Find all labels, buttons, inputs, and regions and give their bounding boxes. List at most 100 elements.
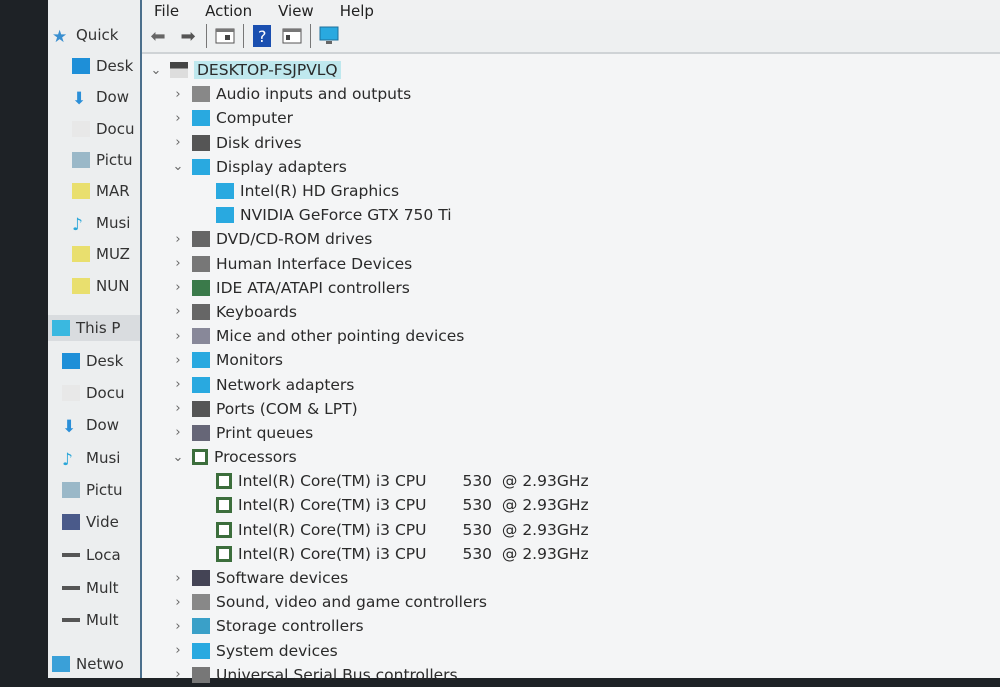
chevron-right-icon[interactable]: › [170,667,186,682]
nav-item[interactable]: Mult [48,575,119,601]
software-device-icon [192,570,210,587]
nav-item[interactable]: ★ Quick [48,22,118,48]
nav-item[interactable]: Docu [48,116,134,142]
nav-item[interactable]: Pictu [48,147,133,173]
computer-icon [192,110,210,127]
speaker-icon [192,86,210,103]
tree-item[interactable]: Intel(R) Core(TM) i3 CPU 530 @ 2.93GHz [142,469,1000,493]
nav-item[interactable]: ♪ Musi [48,445,120,471]
tree-item-label: Print queues [216,423,314,442]
menu-file[interactable]: File [154,2,179,20]
chevron-right-icon[interactable]: › [170,87,186,102]
tree-item[interactable]: › System devices [142,639,1000,663]
show-action-pane-button[interactable] [280,24,304,48]
tree-item[interactable]: Intel(R) Core(TM) i3 CPU 530 @ 2.93GHz [142,493,1000,517]
tree-item-label: Intel(R) Core(TM) i3 CPU [238,472,427,491]
nav-item-label: Pictu [96,151,133,169]
nav-item[interactable]: ♪ Musi [48,210,130,236]
nav-item[interactable]: Desk [48,53,133,79]
help-button[interactable]: ? [250,24,274,48]
nav-item-label: Mult [86,611,119,629]
tree-item-label: Intel(R) HD Graphics [240,182,400,201]
nav-item[interactable]: Loca [48,542,121,568]
chevron-right-icon[interactable]: › [170,643,186,658]
tree-item[interactable]: › Print queues [142,421,1000,445]
chevron-right-icon[interactable]: › [170,619,186,634]
device-manager-window: File Action View Help ⬅ ➡ ? ⌄ DESKTOP-FS… [140,0,1000,684]
tree-item[interactable]: › Computer [142,106,1000,130]
chevron-down-icon[interactable]: ⌄ [148,63,164,78]
tree-item[interactable]: Intel(R) Core(TM) i3 CPU 530 @ 2.93GHz [142,518,1000,542]
tree-item[interactable]: ⌄ Processors [142,445,1000,469]
tree-item[interactable]: › IDE ATA/ATAPI controllers [142,276,1000,300]
tree-item[interactable]: › Mice and other pointing devices [142,324,1000,348]
tree-item[interactable]: › Disk drives [142,131,1000,155]
nav-item[interactable]: MUZ [48,241,130,267]
chevron-right-icon[interactable]: › [170,425,186,440]
nav-item-label: Mult [86,579,119,597]
tree-item[interactable]: › Human Interface Devices [142,252,1000,276]
printer-icon [192,424,210,441]
chevron-right-icon[interactable]: › [170,280,186,295]
tree-item[interactable]: › Keyboards [142,300,1000,324]
tree-item[interactable]: › Software devices [142,566,1000,590]
forward-button[interactable]: ➡ [176,24,200,48]
tree-item[interactable]: › Storage controllers [142,614,1000,638]
nav-item[interactable]: Pictu [48,477,123,503]
pictures-icon [62,482,80,498]
chevron-right-icon[interactable]: › [170,571,186,586]
nav-item[interactable]: Docu [48,380,124,406]
menu-view[interactable]: View [278,2,314,20]
chevron-right-icon[interactable]: › [170,377,186,392]
chevron-right-icon[interactable]: › [170,304,186,319]
tree-item[interactable]: › Sound, video and game controllers [142,590,1000,614]
tree-item[interactable]: › DVD/CD-ROM drives [142,227,1000,251]
this-pc-icon [52,320,70,336]
toolbar: ⬅ ➡ ? [142,20,1000,54]
tree-item[interactable]: › Audio inputs and outputs [142,82,1000,106]
music-icon: ♪ [62,450,73,470]
tree-item[interactable]: Intel(R) Core(TM) i3 CPU 530 @ 2.93GHz [142,542,1000,566]
tree-root[interactable]: ⌄ DESKTOP-FSJPVLQ [142,58,1000,82]
chevron-right-icon[interactable]: › [170,111,186,126]
nav-item[interactable]: Vide [48,509,119,535]
chevron-down-icon[interactable]: ⌄ [170,450,186,465]
nav-item[interactable]: ⬇ Dow [48,84,129,110]
scan-hardware-button[interactable] [317,24,341,48]
nav-item[interactable]: Netwo [48,651,124,677]
drive-icon [62,553,80,557]
chevron-right-icon[interactable]: › [170,232,186,247]
chevron-right-icon[interactable]: › [170,353,186,368]
menu-help[interactable]: Help [340,2,374,20]
nav-item[interactable]: Mult [48,607,119,633]
tree-item[interactable]: NVIDIA GeForce GTX 750 Ti [142,203,1000,227]
tree-item-label: Intel(R) Core(TM) i3 CPU [238,520,427,539]
show-hide-console-tree-button[interactable] [213,24,237,48]
tree-item[interactable]: ⌄ Display adapters [142,155,1000,179]
tree-item[interactable]: › Network adapters [142,372,1000,396]
nav-item[interactable]: NUN [48,273,129,299]
desktop-icon [72,58,90,74]
folder-icon [72,246,90,262]
chevron-right-icon[interactable]: › [170,329,186,344]
chevron-right-icon[interactable]: › [170,401,186,416]
back-button[interactable]: ⬅ [146,24,170,48]
nav-item[interactable]: ⬇ Dow [48,412,119,438]
nav-item[interactable]: MAR [48,178,130,204]
processor-icon [216,497,232,514]
chevron-right-icon[interactable]: › [170,595,186,610]
chevron-right-icon[interactable]: › [170,135,186,150]
tree-item-label: System devices [216,641,338,660]
chevron-right-icon[interactable]: › [170,256,186,271]
tree-item[interactable]: › Ports (COM & LPT) [142,397,1000,421]
computer-tower-icon [170,62,188,79]
nav-item[interactable]: Desk [48,348,123,374]
toolbar-separator [243,24,244,48]
tree-item[interactable]: Intel(R) HD Graphics [142,179,1000,203]
tree-item[interactable]: › Monitors [142,348,1000,372]
nav-item-label: Netwo [76,655,124,673]
nav-item[interactable]: This P [48,315,140,341]
tree-item[interactable]: › Universal Serial Bus controllers [142,663,1000,687]
chevron-down-icon[interactable]: ⌄ [170,159,186,174]
menu-action[interactable]: Action [205,2,252,20]
